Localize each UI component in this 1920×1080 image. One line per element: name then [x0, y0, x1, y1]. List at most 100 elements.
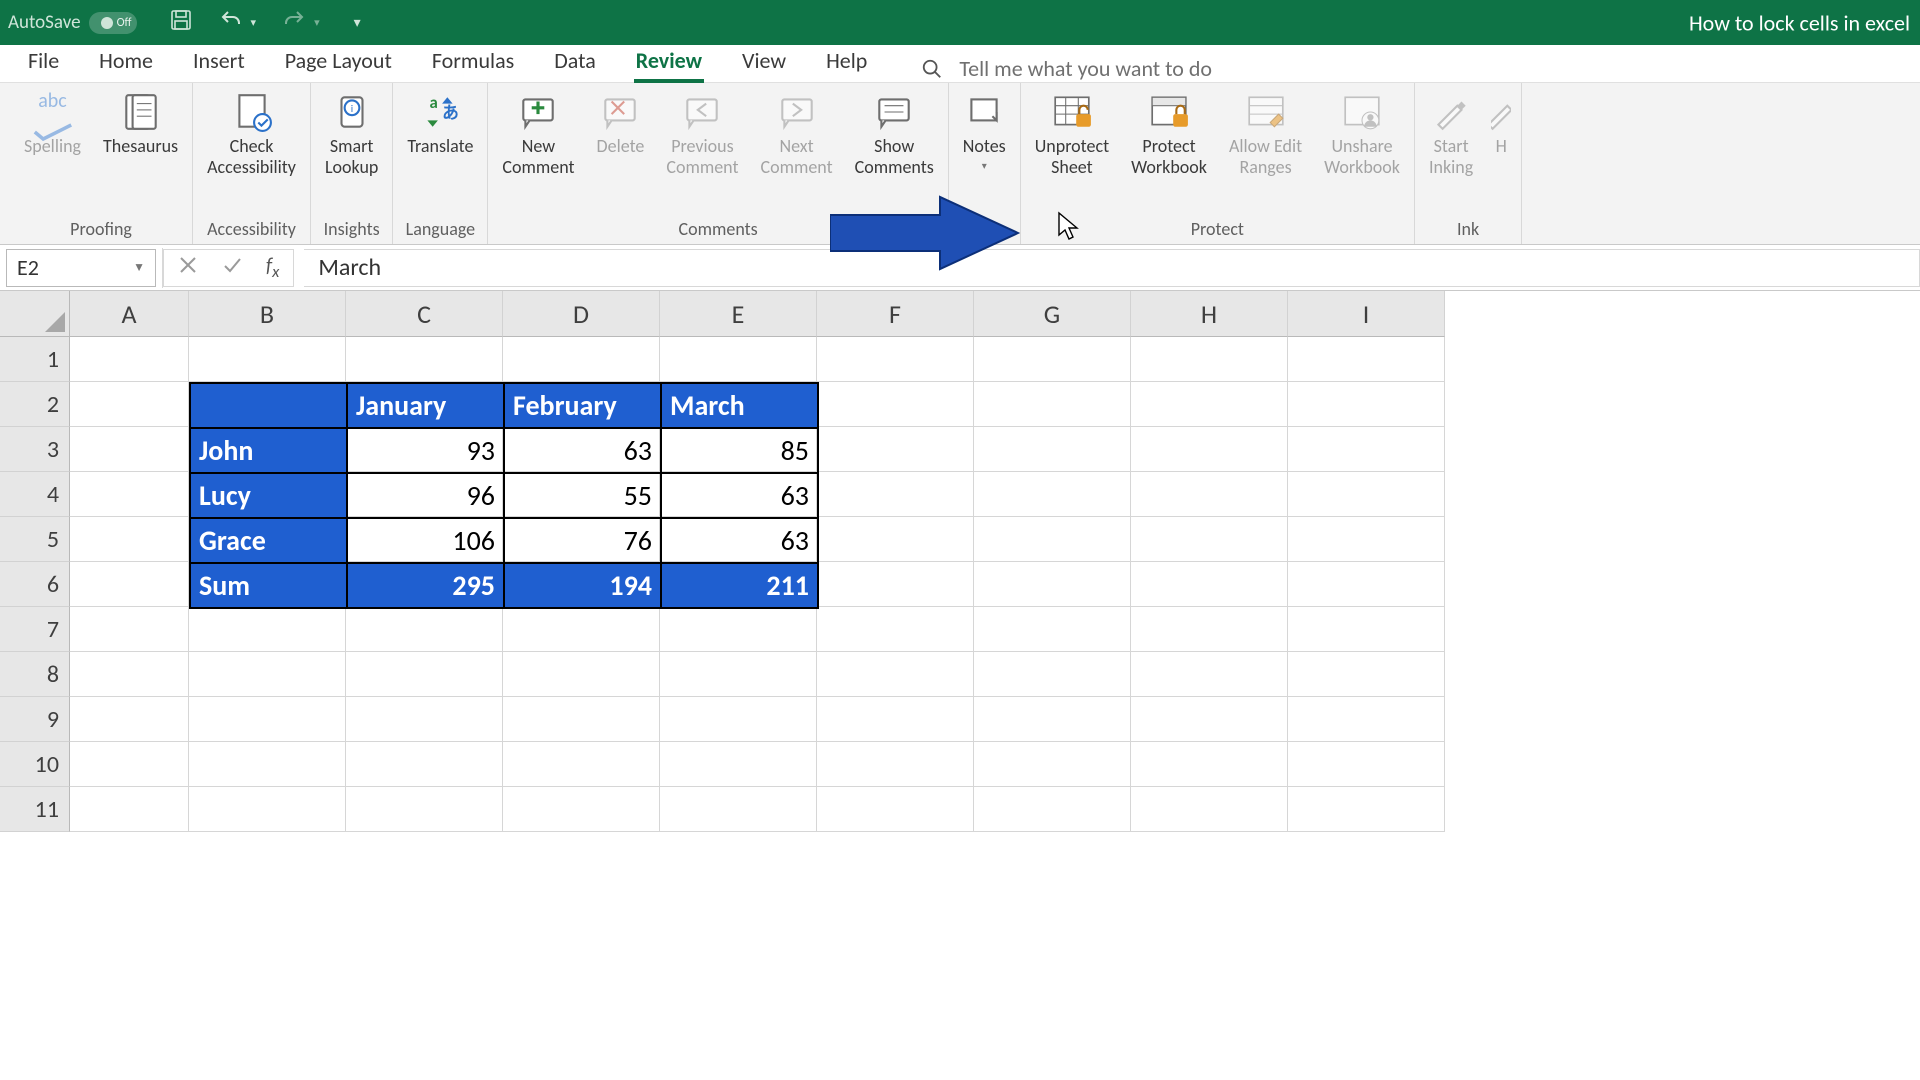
tab-page-layout[interactable]: Page Layout	[275, 41, 402, 82]
row-header[interactable]: 6	[0, 562, 70, 607]
cells-area[interactable]: January February March John 93 63 85 Luc…	[70, 337, 1920, 832]
group-proofing: abc Spelling Thesaurus Proofing	[10, 83, 193, 244]
ribbon-tabs: File Home Insert Page Layout Formulas Da…	[0, 45, 1920, 83]
cell[interactable]: 295	[347, 563, 504, 608]
undo-icon[interactable]	[219, 8, 243, 37]
col-february[interactable]: February	[504, 383, 661, 428]
col-march[interactable]: March	[661, 383, 818, 428]
col-header[interactable]: D	[503, 291, 660, 337]
tab-help[interactable]: Help	[816, 41, 877, 82]
cell[interactable]: 63	[661, 473, 818, 518]
autosave-toggle[interactable]: AutoSave Off	[8, 11, 137, 34]
qat-customize-icon[interactable]: ▾	[354, 14, 361, 31]
col-header[interactable]: A	[70, 291, 189, 337]
delete-comment-button[interactable]: Delete	[593, 89, 649, 180]
name-box-dropdown-icon[interactable]: ▼	[133, 260, 145, 275]
tab-file[interactable]: File	[18, 41, 69, 82]
next-comment-button[interactable]: Next Comment	[756, 89, 836, 180]
search-icon	[921, 58, 943, 80]
show-comments-button[interactable]: Show Comments	[851, 89, 938, 180]
col-header[interactable]: E	[660, 291, 817, 337]
tab-insert[interactable]: Insert	[183, 41, 255, 82]
group-protect-label: Protect	[1191, 218, 1244, 240]
tab-data[interactable]: Data	[544, 41, 606, 82]
tab-formulas[interactable]: Formulas	[422, 41, 524, 82]
thesaurus-button[interactable]: Thesaurus	[99, 89, 182, 159]
cell[interactable]: 76	[504, 518, 661, 563]
undo-dropdown-icon[interactable]: ▾	[251, 16, 257, 29]
unshare-workbook-button[interactable]: Unshare Workbook	[1320, 89, 1404, 180]
col-header[interactable]: G	[974, 291, 1131, 337]
tell-me-search[interactable]: Tell me what you want to do	[921, 55, 1212, 82]
quick-access-toolbar: ▾ ▾ ▾	[169, 8, 361, 37]
row-john[interactable]: John	[190, 428, 347, 473]
tab-home[interactable]: Home	[89, 41, 163, 82]
cell[interactable]: 93	[347, 428, 504, 473]
cell[interactable]: 63	[661, 518, 818, 563]
new-comment-button[interactable]: New Comment	[498, 89, 578, 180]
cell[interactable]: 55	[504, 473, 661, 518]
previous-comment-label: Previous Comment	[666, 136, 738, 178]
col-january[interactable]: January	[347, 383, 504, 428]
allow-edit-ranges-button[interactable]: Allow Edit Ranges	[1225, 89, 1306, 180]
cell[interactable]: 194	[504, 563, 661, 608]
unprotect-sheet-button[interactable]: Unprotect Sheet	[1031, 89, 1113, 180]
row-header[interactable]: 2	[0, 382, 70, 427]
row-header[interactable]: 7	[0, 607, 70, 652]
redo-icon[interactable]	[282, 8, 306, 37]
hide-ink-button[interactable]: H	[1491, 89, 1511, 180]
notes-label: Notes	[963, 136, 1006, 157]
svg-text:a: a	[430, 92, 438, 113]
enter-icon[interactable]	[222, 255, 242, 280]
cell[interactable]: 85	[661, 428, 818, 473]
group-proofing-label: Proofing	[70, 218, 132, 240]
group-insights-label: Insights	[324, 218, 380, 240]
protect-workbook-button[interactable]: Protect Workbook	[1127, 89, 1211, 180]
spelling-button[interactable]: abc Spelling	[20, 89, 85, 159]
cell[interactable]: 96	[347, 473, 504, 518]
cell[interactable]: 211	[661, 563, 818, 608]
row-header[interactable]: 11	[0, 787, 70, 832]
row-header[interactable]: 4	[0, 472, 70, 517]
toggle-switch[interactable]: Off	[89, 12, 137, 34]
redo-dropdown-icon[interactable]: ▾	[314, 16, 320, 29]
cell[interactable]: 106	[347, 518, 504, 563]
tab-view[interactable]: View	[732, 41, 796, 82]
formula-input[interactable]: March	[304, 249, 1920, 287]
col-header[interactable]: F	[817, 291, 974, 337]
unshare-workbook-label: Unshare Workbook	[1324, 136, 1400, 178]
translate-button[interactable]: aあ Translate	[403, 89, 477, 159]
show-comments-label: Show Comments	[855, 136, 934, 178]
row-header[interactable]: 5	[0, 517, 70, 562]
select-all-corner[interactable]	[0, 291, 70, 337]
save-icon[interactable]	[169, 8, 193, 37]
start-inking-button[interactable]: Start Inking	[1425, 89, 1477, 180]
row-header[interactable]: 10	[0, 742, 70, 787]
spreadsheet: 1 2 3 4 5 6 7 8 9 10 11 A B C D E F G H …	[0, 291, 1920, 832]
name-box[interactable]: E2 ▼	[6, 249, 156, 287]
col-header[interactable]: H	[1131, 291, 1288, 337]
col-header[interactable]: C	[346, 291, 503, 337]
row-header[interactable]: 9	[0, 697, 70, 742]
col-header[interactable]: B	[189, 291, 346, 337]
svg-text:i: i	[350, 102, 352, 115]
row-header[interactable]: 3	[0, 427, 70, 472]
row-header[interactable]: 1	[0, 337, 70, 382]
cell[interactable]: 63	[504, 428, 661, 473]
notes-dropdown-icon: ▾	[982, 160, 987, 172]
group-notes-label: Notes	[963, 218, 1006, 240]
previous-comment-button[interactable]: Previous Comment	[662, 89, 742, 180]
cancel-icon[interactable]	[178, 255, 198, 280]
row-grace[interactable]: Grace	[190, 518, 347, 563]
row-sum[interactable]: Sum	[190, 563, 347, 608]
notes-button[interactable]: Notes ▾	[959, 89, 1010, 174]
fx-icon[interactable]: fx	[266, 254, 279, 282]
row-header[interactable]: 8	[0, 652, 70, 697]
col-header[interactable]: I	[1288, 291, 1445, 337]
row-lucy[interactable]: Lucy	[190, 473, 347, 518]
smart-lookup-button[interactable]: i Smart Lookup	[321, 89, 382, 180]
check-accessibility-button[interactable]: Check Accessibility	[203, 89, 300, 180]
tab-review[interactable]: Review	[626, 41, 712, 82]
table-corner[interactable]	[190, 383, 347, 428]
thesaurus-label: Thesaurus	[103, 136, 178, 157]
